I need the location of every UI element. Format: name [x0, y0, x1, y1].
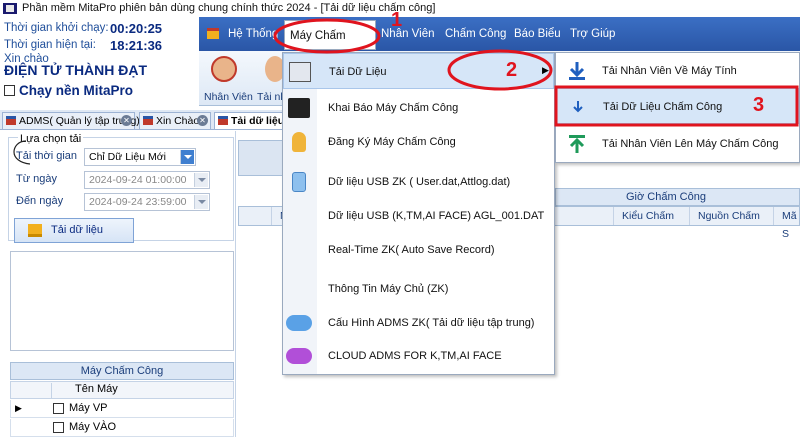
company-name: ĐIỆN TỬ THÀNH ĐẠT [4, 62, 148, 78]
machine-row[interactable]: ▶ Máy VP [10, 400, 234, 418]
machine-row[interactable]: Máy VÀO [10, 419, 234, 437]
grid-col-ma-so[interactable]: Mã S [773, 207, 800, 240]
key-icon [292, 132, 306, 152]
start-time-label: Thời gian khởi chạy: [4, 22, 109, 34]
menu-item-cloud-adms[interactable]: CLOUD ADMS FOR K,TM,AI FACE [283, 338, 554, 374]
tab-icon [218, 116, 228, 125]
menu-item-dang-ky[interactable]: Đăng Ký Máy Chấm Công [283, 124, 554, 160]
menu-item-usb-agl[interactable]: Dữ liệu USB (K,TM,AI FACE) AGL_001.DAT [283, 198, 554, 234]
tab-adms[interactable]: ADMS( Quản lý tập trung) ✕ [2, 112, 140, 129]
to-date-field[interactable]: 2024-09-24 23:59:00 [84, 193, 210, 211]
current-time-value: 18:21:36 [110, 38, 163, 53]
arrow-up-icon [569, 135, 585, 153]
menu-item-khai-bao[interactable]: Khai Báo Máy Chấm Công [283, 90, 554, 126]
background-run-label: Chạy nền MitaPro [19, 83, 134, 98]
menu-item-adms-config[interactable]: Cấu Hình ADMS ZK( Tải dữ liệu tập trung) [283, 305, 554, 341]
checkbox[interactable] [53, 422, 64, 433]
chevron-down-icon[interactable] [194, 195, 208, 209]
download-icon [28, 224, 42, 237]
arrow-down-icon [573, 101, 583, 113]
column-divider [51, 383, 52, 399]
download-db-icon [289, 62, 311, 82]
submenu-item-tai-nhan-vien[interactable]: Tải Nhân Viên Về Máy Tính [556, 53, 799, 89]
cloud-download-icon [286, 315, 312, 331]
tab-label: Xin Chào [156, 115, 200, 127]
submenu-item-label: Tải Nhân Viên Lên Máy Chấm Công [602, 138, 779, 150]
checkbox-icon [4, 85, 15, 96]
menu-item-label: Dữ liệu USB ZK ( User.dat,Attlog.dat) [328, 176, 511, 188]
menu-cham-cong[interactable]: Chấm Công [445, 17, 506, 51]
menu-item-label: Đăng Ký Máy Chấm Công [328, 136, 456, 148]
submenu-item-label: Tải Dữ Liệu Chấm Công [603, 101, 723, 113]
tab-xin-chao[interactable]: Xin Chào ✕ [139, 112, 211, 129]
time-select-value: Chỉ Dữ Liệu Mới [89, 151, 166, 163]
menu-nhan-vien[interactable]: Nhân Viên [381, 17, 435, 51]
chevron-down-icon[interactable] [180, 150, 194, 164]
machine-name: Máy VÀO [69, 421, 117, 433]
grid-col-kieu-cham[interactable]: Kiểu Chấm [613, 207, 686, 225]
current-time-label: Thời gian hiện tại: [4, 39, 96, 51]
menu-may-cham-cong-active[interactable]: Máy Chấm Công [284, 20, 376, 72]
load-data-label: Tải dữ liệu [51, 224, 103, 236]
menu-item-label: CLOUD ADMS FOR K,TM,AI FACE [328, 350, 502, 362]
grid-col-nguon-cham[interactable]: Nguồn Chấm [689, 207, 771, 225]
chevron-right-icon: ▶ [542, 65, 549, 75]
menu-item-usb-zk[interactable]: Dữ liệu USB ZK ( User.dat,Attlog.dat) [283, 164, 554, 200]
machine-icon [288, 98, 310, 118]
annotation-step-2: 2 [506, 59, 518, 81]
window-title: Phần mềm MitaPro phiên bản dùng chung ch… [22, 2, 436, 14]
from-date-label: Từ ngày [16, 173, 57, 185]
close-icon[interactable]: ✕ [197, 115, 208, 126]
menu-item-label: Khai Báo Máy Chấm Công [328, 102, 459, 114]
menu-item-realtime[interactable]: Real-Time ZK( Auto Save Record) [283, 232, 554, 268]
from-date-field[interactable]: 2024-09-24 01:00:00 [84, 171, 210, 189]
submenu-item-label: Tải Nhân Viên Về Máy Tính [602, 65, 737, 77]
grid-group-header: Giờ Chấm Công [555, 188, 800, 206]
cloud-icon [286, 348, 312, 364]
time-label: Tải thời gian [16, 150, 78, 162]
machines-panel-title: Máy Chấm Công [10, 362, 234, 380]
employee-icon[interactable] [211, 56, 237, 82]
tab-icon [6, 116, 16, 125]
background-run-checkbox[interactable]: Chạy nền MitaPro [4, 83, 133, 98]
submenu-item-tai-nhan-vien-len[interactable]: Tải Nhân Viên Lên Máy Chấm Công [556, 126, 799, 162]
menu-item-server-info[interactable]: Thông Tin Máy Chủ (ZK) [283, 271, 554, 307]
chevron-down-icon[interactable] [194, 173, 208, 187]
close-icon[interactable]: ✕ [121, 115, 132, 126]
usb-icon [292, 172, 306, 192]
to-date-value: 2024-09-24 23:59:00 [89, 196, 187, 208]
annotation-step-1: 1 [391, 9, 403, 31]
machine-name-column: Tên Máy [75, 383, 118, 395]
tab-icon [143, 116, 153, 125]
checkbox[interactable] [53, 403, 64, 414]
system-menu-icon [207, 28, 219, 39]
annotation-step-3: 3 [753, 94, 765, 116]
start-time-value: 00:20:25 [110, 21, 163, 36]
menu-item-label: Real-Time ZK( Auto Save Record) [328, 244, 495, 256]
load-options-title: Lựa chọn tải [18, 133, 84, 145]
menu-item-label: Dữ liệu USB (K,TM,AI FACE) AGL_001.DAT [328, 210, 545, 222]
load-data-button[interactable]: Tải dữ liệu [14, 218, 134, 243]
menu-tro-giup[interactable]: Trợ Giúp [570, 17, 615, 51]
machine-name: Máy VP [69, 402, 108, 414]
menu-bao-bieu[interactable]: Báo Biểu [514, 17, 561, 51]
tab-tai-du-lieu[interactable]: Tải dữ liệu c [214, 112, 293, 129]
machines-header-row: Tên Máy [10, 381, 234, 399]
arrow-down-icon [569, 62, 585, 80]
menu-item-label: Tải Dữ Liệu [329, 66, 387, 78]
menu-item-label: Thông Tin Máy Chủ (ZK) [328, 283, 449, 295]
row-pointer-icon: ▶ [15, 403, 22, 413]
time-select[interactable]: Chỉ Dữ Liệu Mới [84, 148, 196, 166]
to-date-label: Đến ngày [16, 195, 64, 207]
from-date-value: 2024-09-24 01:00:00 [89, 174, 187, 186]
log-listbox[interactable] [10, 251, 234, 351]
ribbon-employee-label: Nhân Viên [204, 91, 253, 103]
menu-he-thong[interactable]: Hệ Thống [228, 17, 278, 51]
menu-item-label: Cấu Hình ADMS ZK( Tải dữ liệu tập trung) [328, 317, 535, 329]
app-icon [3, 3, 17, 14]
